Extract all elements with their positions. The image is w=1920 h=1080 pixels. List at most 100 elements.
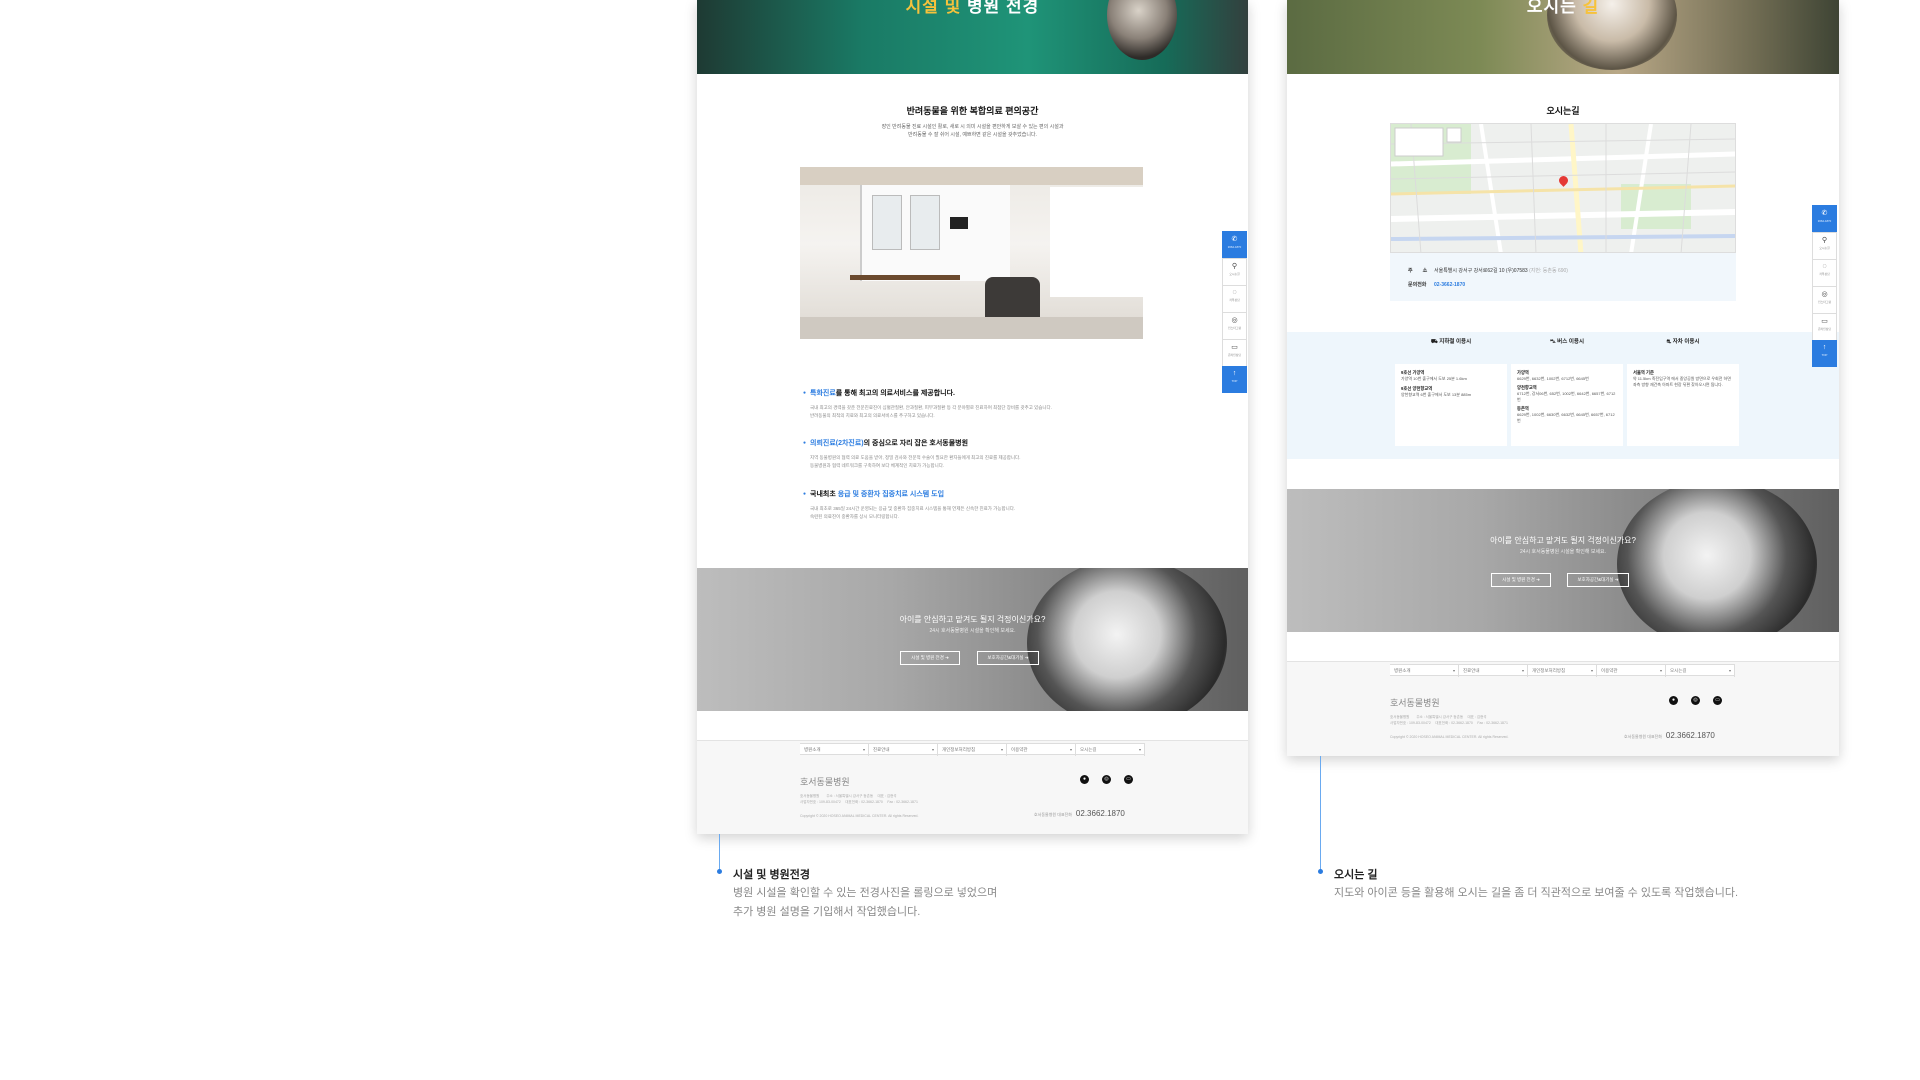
caption-connector: [719, 834, 720, 872]
monitor-icon: ▭: [1821, 318, 1828, 325]
map-pin-icon: ⚲: [1231, 263, 1238, 270]
quick-directions-button[interactable]: ⚲ 오시는길: [1222, 258, 1247, 285]
feature-item: ● 국내최초 응급 및 중환자 집중치료 시스템 도입 국내 최초로 365일 …: [803, 491, 1016, 519]
monitor-icon: ▭: [1231, 344, 1238, 351]
map-graphic: [1391, 124, 1735, 252]
footer-nav-item[interactable]: 병원소개: [800, 744, 869, 756]
feature-item: ● 특화진료를 통해 최고의 의료서비스를 제공합니다. 국내 최고의 경력을 …: [803, 390, 1052, 418]
cta-title: 아이를 안심하고 맡겨도 될지 걱정이신가요?: [899, 615, 1046, 624]
footer-nav-item[interactable]: 병원소개: [1390, 665, 1459, 677]
instagram-icon[interactable]: ◎: [1691, 696, 1700, 705]
instagram-icon: ◎: [1231, 317, 1238, 324]
instagram-icon[interactable]: ◎: [1102, 775, 1111, 784]
phone-icon: ✆: [1231, 236, 1238, 243]
bullet-icon: ●: [803, 440, 807, 446]
footer-nav-item[interactable]: 개인정보처리방침: [938, 744, 1007, 756]
footer-nav-item[interactable]: 이용약관: [1007, 744, 1076, 756]
address-box: 주 소 서울특별시 강서구 강서로62길 10 (우)07583 (지번: 등촌동…: [1390, 253, 1736, 301]
quick-kakao-button[interactable]: ◌ 카톡상담: [1812, 259, 1837, 286]
footer-copyright: Copyright © 2020 HOSEO ANIMAL MEDICAL CE…: [1390, 735, 1509, 739]
transport-car: ⛐ 자차 이용시 서울역 기준 약 11.5km 죽전입구역 에서 중앙공원 방면…: [1627, 332, 1739, 446]
location-map[interactable]: [1390, 123, 1736, 253]
footer-nav: 병원소개 진료안내 개인정보처리방침 이용약관 오시는길: [800, 743, 1145, 756]
hospital-interior-photo: [800, 167, 1143, 339]
facility-hero-title: 시설 및 병원 전경: [905, 0, 1040, 16]
directions-hero-title: 오시는 길: [1526, 0, 1600, 16]
footer-nav: 병원소개 진료안내 개인정보처리방침 이용약관 오시는길: [1390, 664, 1735, 677]
arrow-up-icon: ↑: [1822, 344, 1827, 351]
transport-subway: ⛟ 지하철 이용시 9호선 가양역 가양역 10번 출구에서 도보 25분 1.6…: [1395, 332, 1507, 446]
address-value: 서울특별시 강서구 강서로62길 10 (우)07583: [1434, 268, 1528, 274]
quick-online-button[interactable]: ▭ 온라인상담: [1222, 339, 1247, 366]
quick-instagram-button[interactable]: ◎ 인스타그램: [1222, 312, 1247, 339]
footer: 병원소개 진료안내 개인정보처리방침 이용약관 오시는길 호서동물병원 호서동물…: [697, 740, 1248, 834]
footer-phone: 호서동물병원 대표전화 02.3662.1870: [1034, 809, 1125, 818]
facility-view-button[interactable]: 시설 및 병원 전경 ➔: [1491, 573, 1551, 587]
feature-item: ● 의뢰진료(2차진료)의 중심으로 자리 잡은 호서동물병원 지역 동물병원의…: [803, 440, 1021, 468]
footer: 병원소개 진료안내 개인정보처리방침 이용약관 오시는길 호서동물병원 호서동물…: [1287, 661, 1839, 756]
footer-nav-item[interactable]: 개인정보처리방침: [1528, 665, 1597, 677]
cta-title: 아이를 안심하고 맡겨도 될지 걱정이신가요?: [1490, 536, 1636, 545]
bus-icon: ⛍: [1549, 339, 1556, 345]
arrow-up-icon: ↑: [1232, 370, 1237, 377]
facility-section-desc-2: 반려동물 수 잘 쉬어 시설, 예쁘하면 같은 시설을 갖추었습니다.: [908, 132, 1037, 138]
footer-nav-item[interactable]: 오시는길: [1666, 665, 1735, 677]
quick-phone-button[interactable]: ✆ 3662-1870: [1222, 231, 1247, 258]
facility-page-mockup: 시설 및 병원 전경 반려동물을 위한 복합의료 편의공간 장인 반려동물 진료…: [697, 0, 1248, 834]
quick-directions-button[interactable]: ⚲ 오시는길: [1812, 232, 1837, 259]
kakao-icon[interactable]: ●: [1080, 775, 1089, 784]
footer-nav-item[interactable]: 이용약관: [1597, 665, 1666, 677]
cta-banner: 아이를 안심하고 맡겨도 될지 걱정이신가요? 24시 호서동물병원 시설을 확…: [697, 568, 1248, 711]
caption-title: 오시는 길: [1334, 869, 1378, 881]
caption-desc: 지도와 아이콘 등을 활용해 오시는 길을 좀 더 직관적으로 보여줄 수 있도…: [1334, 887, 1739, 899]
directions-page-mockup: 오시는 길 오시는길 주 소 서울특별시 강서구 강서로62길 10 (우)075…: [1287, 0, 1839, 756]
footer-nav-item[interactable]: 진료안내: [1459, 665, 1528, 677]
caption-connector: [1320, 756, 1321, 872]
directions-hero-banner: 오시는 길: [1287, 0, 1839, 74]
cta-subtitle: 24시 호서동물병원 시설을 확인해 보세요.: [1519, 549, 1607, 555]
footer-logo: 호서동물병원: [800, 777, 850, 787]
quick-instagram-button[interactable]: ◎ 인스타그램: [1812, 286, 1837, 313]
facility-section-desc-1: 장인 반려동물 진료 시설인 활로, 새로 시 의미 시설을 편안하게 보살 수…: [881, 124, 1064, 130]
bullet-icon: ●: [803, 491, 807, 497]
facility-section-title: 반려동물을 위한 복합의료 편의공간: [906, 106, 1039, 116]
footer-phone: 호서동물병원 대표전화 02.3662.1870: [1624, 731, 1715, 740]
caption-dot-icon: [717, 869, 722, 874]
cat-photo-icon: [1027, 568, 1227, 711]
footer-copyright: Copyright © 2020 HOSEO ANIMAL MEDICAL CE…: [800, 814, 919, 818]
facility-view-button[interactable]: 시설 및 병원 전경 ➔: [900, 651, 960, 665]
chat-icon: ◌: [1232, 289, 1237, 296]
footer-nav-item[interactable]: 진료안내: [869, 744, 938, 756]
footer-nav-item[interactable]: 오시는길: [1076, 744, 1145, 756]
quick-online-button[interactable]: ▭ 온라인상담: [1812, 313, 1837, 340]
phone-label: 문의전화: [1408, 282, 1427, 288]
caption-title: 시설 및 병원전경: [733, 869, 810, 881]
transport-bus: ⛍ 버스 이용시 가양역 6629번, 6632번, 1002번, 6712번, …: [1511, 332, 1623, 446]
transport-section: ⛟ 지하철 이용시 9호선 가양역 가양역 10번 출구에서 도보 25분 1.6…: [1287, 332, 1839, 459]
waiting-room-button[interactable]: 보호자공간&대기실 ➔: [977, 651, 1039, 665]
quick-menu: ✆ 3662-1870 ⚲ 오시는길 ◌ 카톡상담 ◎ 인스타그램 ▭ 온라인상담 ↑ TO…: [1222, 231, 1247, 393]
chat-icon: ◌: [1822, 263, 1827, 270]
talk-icon[interactable]: ▭: [1713, 696, 1722, 705]
cta-banner: 아이를 안심하고 맡겨도 될지 걱정이신가요? 24시 호서동물병원 시설을 확…: [1287, 489, 1839, 632]
instagram-icon: ◎: [1821, 291, 1828, 298]
footer-info-2: 사업자번호 : 109-83-00472 대표전화 : 02-3662-1870…: [800, 800, 918, 804]
quick-top-button[interactable]: ↑ TOP: [1222, 366, 1247, 393]
subway-icon: ⛟: [1430, 339, 1438, 345]
caption-desc: 추가 병원 설명을 기입해서 작업했습니다.: [733, 906, 921, 918]
cta-subtitle: 24시 호서동물병원 시설을 확인해 보세요.: [929, 628, 1016, 634]
bullet-icon: ●: [803, 390, 807, 396]
facility-hero-banner: 시설 및 병원 전경: [697, 0, 1248, 74]
talk-icon[interactable]: ▭: [1124, 775, 1133, 784]
address-note: (지번: 등촌동 690): [1529, 268, 1568, 274]
directions-section-title: 오시는길: [1546, 106, 1580, 116]
quick-kakao-button[interactable]: ◌ 카톡상담: [1222, 285, 1247, 312]
phone-value: 02-3662-1870: [1434, 282, 1466, 288]
waiting-room-button[interactable]: 보호자공간&대기실 ➔: [1567, 573, 1629, 587]
kakao-icon[interactable]: ●: [1669, 696, 1678, 705]
footer-logo: 호서동물병원: [1390, 698, 1440, 708]
quick-top-button[interactable]: ↑ TOP: [1812, 340, 1837, 367]
cat-photo-icon: [1617, 489, 1817, 632]
quick-phone-button[interactable]: ✆ 3662-1870: [1812, 205, 1837, 232]
car-icon: ⛐: [1666, 339, 1672, 345]
